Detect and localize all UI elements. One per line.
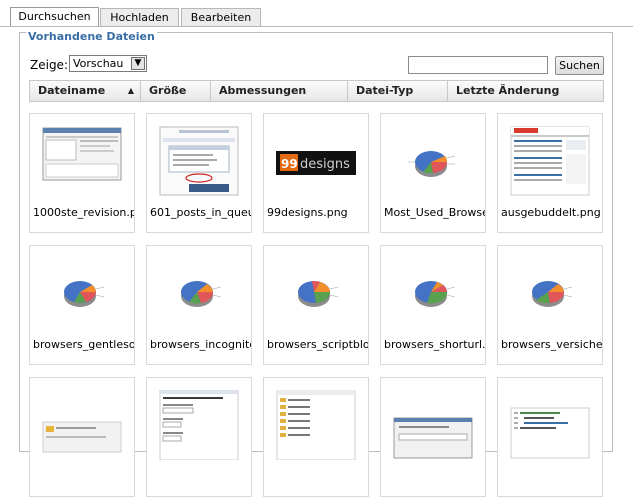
search-button[interactable]: Suchen — [555, 56, 604, 75]
chevron-down-icon[interactable]: ▼ — [131, 57, 145, 70]
file-card[interactable]: 1000ste_revision.png — [29, 113, 135, 233]
file-name: 1000ste_revision.png — [33, 206, 134, 219]
tab-bar: Durchsuchen Hochladen Bearbeiten — [0, 0, 633, 27]
tab-durchsuchen[interactable]: Durchsuchen — [10, 7, 99, 26]
column-datei-typ[interactable]: Datei-Typ — [348, 81, 448, 101]
view-select[interactable]: Vorschau ▼ — [69, 55, 147, 72]
file-card[interactable]: browsers_gentlesour — [29, 245, 135, 365]
file-card[interactable]: 99 designs 99designs.png — [263, 113, 369, 233]
file-card[interactable]: Most_Used_Browsers — [380, 113, 486, 233]
pie-chart-thumbnail — [298, 280, 339, 307]
pie-chart-thumbnail — [408, 151, 456, 177]
fieldset-legend: Vorhandene Dateien — [26, 30, 157, 43]
column-label: Dateiname — [38, 84, 106, 97]
file-card[interactable]: browsers_versicheru — [497, 245, 603, 365]
column-letzte-aenderung[interactable]: Letzte Änderung — [448, 81, 603, 101]
file-name: browsers_incognito.p — [150, 338, 251, 351]
pie-chart-thumbnail — [181, 281, 222, 307]
file-name: browsers_versicheru — [501, 338, 602, 351]
file-card[interactable]: browsers_incognito.p — [146, 245, 252, 365]
file-card[interactable] — [146, 377, 252, 497]
file-name: Most_Used_Browsers — [384, 206, 485, 219]
file-name: browsers_gentlesour — [33, 338, 134, 351]
logo-text-designs: designs — [300, 157, 350, 172]
file-thumbnail — [510, 407, 590, 459]
file-thumbnail — [276, 390, 356, 460]
file-card[interactable] — [29, 377, 135, 497]
file-name: browsers_scriptblogg — [267, 338, 368, 351]
pie-chart-thumbnail — [415, 281, 456, 307]
view-select-value: Vorschau — [73, 57, 124, 70]
file-thumbnail — [159, 390, 239, 460]
column-groesse[interactable]: Größe — [141, 81, 211, 101]
file-name: 99designs.png — [267, 206, 348, 219]
file-name: browsers_shorturl.pr — [384, 338, 485, 351]
file-card[interactable] — [380, 377, 486, 497]
tab-hochladen[interactable]: Hochladen — [100, 8, 179, 26]
pie-chart-thumbnail — [532, 281, 573, 307]
file-name: ausgebuddelt.png — [501, 206, 601, 219]
file-card[interactable]: browsers_scriptblogg — [263, 245, 369, 365]
file-card[interactable]: browsers_shorturl.pr — [380, 245, 486, 365]
logo-text-99: 99 — [281, 157, 298, 171]
search-input[interactable] — [408, 56, 548, 74]
file-card[interactable]: ausgebuddelt.png — [497, 113, 603, 233]
tab-bearbeiten[interactable]: Bearbeiten — [181, 8, 261, 26]
column-dateiname[interactable]: Dateiname ▲ — [30, 81, 141, 101]
file-name: 601_posts_in_queue — [150, 206, 251, 219]
file-thumbnail — [42, 127, 122, 181]
file-thumbnail — [510, 126, 590, 196]
file-thumbnail — [42, 421, 122, 453]
column-abmessungen[interactable]: Abmessungen — [211, 81, 348, 101]
pie-chart-thumbnail — [64, 281, 105, 307]
show-label: Zeige: — [30, 58, 68, 72]
column-header-row: Dateiname ▲ Größe Abmessungen Datei-Typ … — [29, 80, 604, 102]
file-card[interactable]: 601_posts_in_queue — [146, 113, 252, 233]
file-thumbnail — [159, 126, 239, 196]
file-thumbnail — [393, 417, 473, 459]
file-card[interactable] — [263, 377, 369, 497]
file-thumbnail: 99 designs — [276, 151, 356, 175]
sort-ascending-icon: ▲ — [127, 86, 134, 95]
file-card[interactable] — [497, 377, 603, 497]
